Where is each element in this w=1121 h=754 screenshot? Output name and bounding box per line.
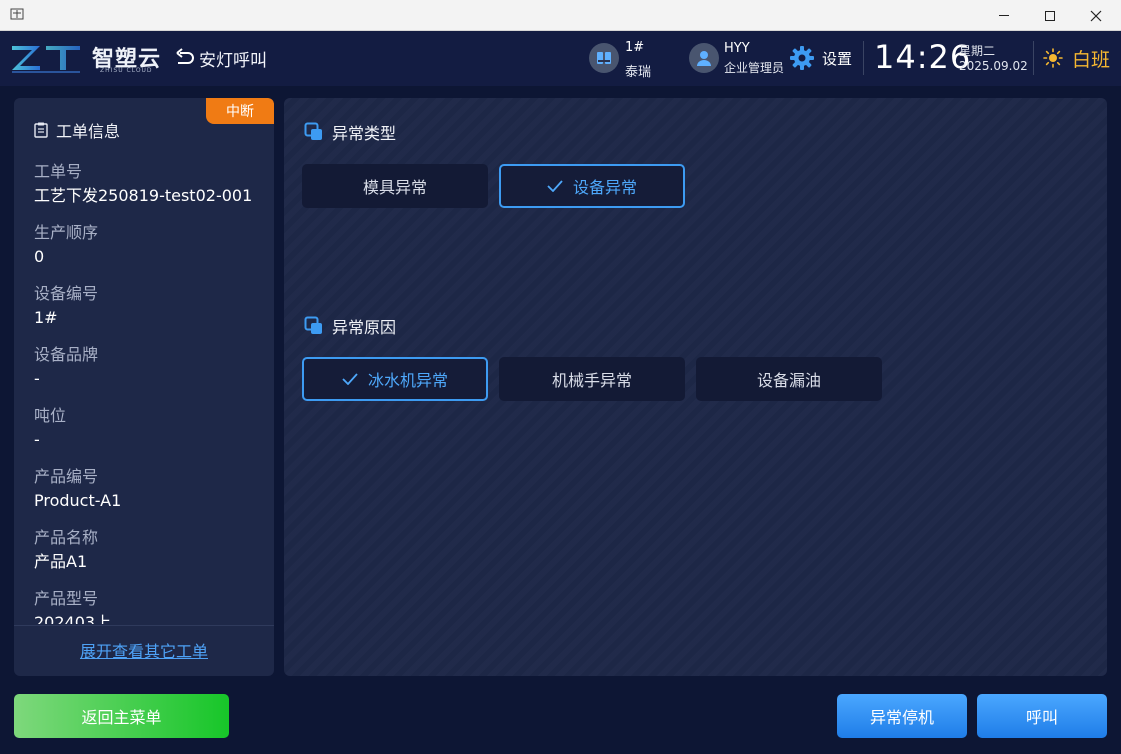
device-icon: [589, 43, 619, 73]
work-order-panel: 中断 工单信息 工单号 工艺下发250819-test02-001 生产顺序 0…: [14, 98, 274, 676]
option-label: 设备漏油: [756, 371, 821, 390]
header-divider: [863, 41, 864, 75]
field-label: 设备品牌: [34, 345, 99, 364]
field-value: Product-A1: [34, 491, 122, 510]
user-role: 企业管理员: [724, 61, 785, 75]
option-label: 冰水机异常: [367, 371, 448, 390]
field-label: 产品型号: [34, 589, 99, 608]
abnormal-stop-button[interactable]: 异常停机: [837, 694, 967, 738]
header-divider: [1033, 41, 1034, 75]
sun-icon: [1043, 48, 1063, 68]
panel-title: 工单信息: [56, 122, 121, 141]
field-value: -: [34, 430, 40, 449]
order-field-list: 工单号 工艺下发250819-test02-001 生产顺序 0 设备编号 1#…: [34, 160, 259, 624]
abnormal-type-title: 异常类型: [332, 124, 397, 143]
user-avatar[interactable]: [689, 43, 719, 73]
maximize-button[interactable]: [1027, 0, 1073, 31]
back-to-main-menu-button[interactable]: 返回主菜单: [14, 694, 229, 738]
page-title: 安灯呼叫: [199, 51, 267, 71]
field-value: 产品A1: [34, 552, 88, 571]
clock-time: 14:26: [874, 38, 972, 76]
option-label: 设备异常: [572, 178, 637, 197]
check-icon: [342, 373, 358, 385]
order-field: 设备编号 1#: [34, 282, 259, 343]
clipboard-icon: [34, 122, 48, 138]
minimize-button[interactable]: [981, 0, 1027, 31]
order-field: 产品编号 Product-A1: [34, 465, 259, 526]
abnormal-selection-panel: 异常类型 模具异常 设备异常 异常原因 冰水机异常 机械手异常 设备漏油: [284, 98, 1107, 676]
field-value: 0: [34, 247, 45, 266]
order-field: 产品名称 产品A1: [34, 526, 259, 587]
panel-header: 工单信息: [34, 118, 120, 142]
user-name: HYY: [724, 41, 750, 56]
expand-other-orders-link[interactable]: 展开查看其它工单: [14, 638, 274, 662]
weekday: 星期二: [959, 44, 996, 58]
device-number: 1#: [625, 40, 645, 55]
panel-divider: [14, 625, 274, 626]
brand-logo: [12, 46, 80, 73]
field-value: 202403上: [34, 613, 112, 624]
shift-label: 白班: [1072, 49, 1111, 71]
back-icon[interactable]: [174, 47, 196, 69]
field-label: 设备编号: [34, 284, 99, 303]
field-value: -: [34, 369, 40, 388]
order-field: 产品型号 202403上: [34, 587, 259, 624]
abnormal-reason-option[interactable]: 机械手异常: [499, 357, 685, 401]
minimize-icon: [999, 15, 1009, 16]
field-label: 产品编号: [34, 467, 99, 486]
abnormal-type-header: 异常类型: [304, 120, 396, 144]
field-label: 工单号: [34, 162, 83, 181]
maximize-icon: [1045, 10, 1055, 21]
order-field: 吨位 -: [34, 404, 259, 465]
abnormal-reason-option[interactable]: 冰水机异常: [302, 357, 488, 401]
date: 2025.09.02: [959, 59, 1028, 73]
order-field: 工单号 工艺下发250819-test02-001: [34, 160, 259, 221]
order-field: 设备品牌 -: [34, 343, 259, 404]
section-icon: [304, 316, 322, 334]
section-icon: [304, 122, 322, 140]
app-header: 智塑云 ZHISU CLOUD 安灯呼叫 1# 泰瑞 HYY 企业管理员 设置 …: [0, 31, 1121, 86]
abnormal-type-option[interactable]: 设备异常: [499, 164, 685, 208]
option-label: 机械手异常: [551, 371, 632, 390]
status-badge: 中断: [206, 98, 274, 124]
brand-subtitle: ZHISU CLOUD: [100, 67, 153, 74]
settings-button[interactable]: 设置: [822, 48, 852, 69]
close-icon: [1090, 10, 1102, 21]
device-site: 泰瑞: [625, 65, 652, 80]
abnormal-reason-option[interactable]: 设备漏油: [696, 357, 882, 401]
abnormal-reason-header: 异常原因: [304, 314, 396, 338]
order-field: 生产顺序 0: [34, 221, 259, 282]
abnormal-reason-title: 异常原因: [332, 318, 397, 337]
gear-icon[interactable]: [789, 45, 815, 71]
field-label: 产品名称: [34, 528, 99, 547]
check-icon: [547, 180, 563, 192]
field-value: 1#: [34, 308, 58, 327]
user-icon: [697, 51, 711, 66]
field-label: 吨位: [34, 406, 67, 425]
field-value: 工艺下发250819-test02-001: [34, 186, 253, 205]
field-label: 生产顺序: [34, 223, 99, 242]
window-titlebar: [0, 0, 1121, 31]
window-icon: [9, 7, 25, 23]
call-button[interactable]: 呼叫: [977, 694, 1107, 738]
abnormal-type-option[interactable]: 模具异常: [302, 164, 488, 208]
option-label: 模具异常: [362, 178, 427, 197]
close-button[interactable]: [1073, 0, 1119, 31]
